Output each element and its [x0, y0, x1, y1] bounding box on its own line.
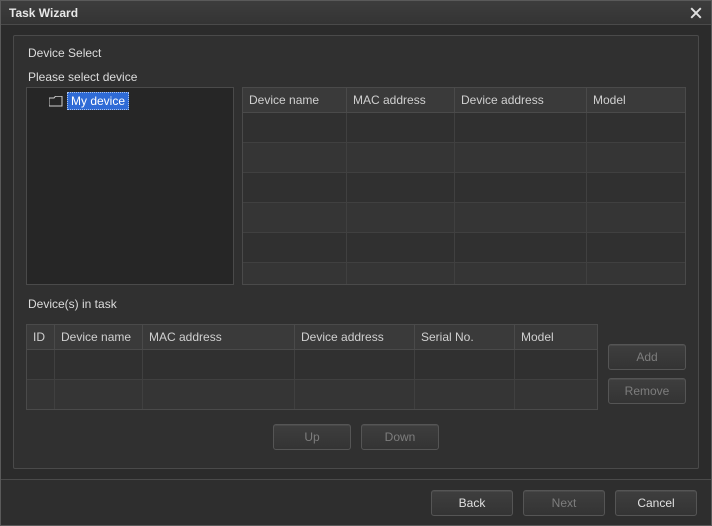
grid-body	[243, 113, 685, 284]
col-model[interactable]: Model	[587, 88, 685, 112]
cell	[347, 143, 455, 173]
up-button[interactable]: Up	[273, 424, 351, 450]
remove-button[interactable]: Remove	[608, 378, 686, 404]
down-button[interactable]: Down	[361, 424, 439, 450]
cell	[243, 113, 347, 143]
cell	[587, 233, 685, 263]
tree-item-root[interactable]: My device	[33, 92, 227, 110]
cell	[587, 173, 685, 203]
cell	[27, 380, 55, 409]
cell	[515, 350, 597, 380]
table-row[interactable]	[243, 203, 685, 233]
back-button[interactable]: Back	[431, 490, 513, 516]
table-row[interactable]	[243, 143, 685, 173]
cell	[243, 143, 347, 173]
col-id[interactable]: ID	[27, 325, 55, 349]
grid-header: Device name MAC address Device address M…	[243, 88, 685, 113]
cell	[27, 350, 55, 380]
close-icon[interactable]	[687, 4, 705, 22]
section-title: Device Select	[28, 46, 686, 60]
window-title: Task Wizard	[9, 6, 78, 20]
cell	[347, 173, 455, 203]
cell	[347, 113, 455, 143]
col-serial-no[interactable]: Serial No.	[415, 325, 515, 349]
cell	[455, 173, 587, 203]
cell	[587, 203, 685, 233]
grid-header: ID Device name MAC address Device addres…	[27, 325, 597, 350]
cell	[515, 380, 597, 409]
dialog-body: Device Select Please select device My de…	[1, 25, 711, 479]
table-row[interactable]	[243, 113, 685, 143]
cell	[455, 233, 587, 263]
col-device-name[interactable]: Device name	[55, 325, 143, 349]
available-devices-grid[interactable]: Device name MAC address Device address M…	[242, 87, 686, 285]
table-row[interactable]	[243, 233, 685, 263]
cell	[347, 263, 455, 284]
cell	[55, 350, 143, 380]
cell	[347, 233, 455, 263]
next-button[interactable]: Next	[523, 490, 605, 516]
upper-area: My device Device name MAC address Device…	[26, 87, 686, 285]
cell	[587, 143, 685, 173]
col-device-address[interactable]: Device address	[295, 325, 415, 349]
devices-in-task-label: Device(s) in task	[28, 297, 686, 311]
folder-icon	[49, 96, 63, 107]
col-device-name[interactable]: Device name	[243, 88, 347, 112]
cell	[415, 350, 515, 380]
table-row[interactable]	[243, 263, 685, 284]
cell	[295, 380, 415, 409]
cell	[143, 380, 295, 409]
titlebar: Task Wizard	[1, 1, 711, 25]
cell	[295, 350, 415, 380]
col-mac-address[interactable]: MAC address	[347, 88, 455, 112]
lower-area: ID Device name MAC address Device addres…	[26, 324, 686, 410]
add-button[interactable]: Add	[608, 344, 686, 370]
cell	[455, 203, 587, 233]
cell	[243, 173, 347, 203]
reorder-buttons: Up Down	[26, 424, 686, 450]
table-row[interactable]	[27, 380, 597, 409]
cell	[455, 113, 587, 143]
col-model[interactable]: Model	[515, 325, 597, 349]
col-device-address[interactable]: Device address	[455, 88, 587, 112]
cell	[347, 203, 455, 233]
add-remove-buttons: Add Remove	[608, 324, 686, 410]
cell	[455, 143, 587, 173]
cell	[143, 350, 295, 380]
cell	[243, 263, 347, 284]
cell	[243, 203, 347, 233]
device-select-panel: Device Select Please select device My de…	[13, 35, 699, 469]
device-tree[interactable]: My device	[26, 87, 234, 285]
col-mac-address[interactable]: MAC address	[143, 325, 295, 349]
cell	[55, 380, 143, 409]
cell	[587, 263, 685, 284]
task-devices-grid[interactable]: ID Device name MAC address Device addres…	[26, 324, 598, 410]
table-row[interactable]	[27, 350, 597, 380]
cell	[415, 380, 515, 409]
grid-body	[27, 350, 597, 409]
tree-item-label: My device	[67, 92, 129, 110]
select-device-label: Please select device	[28, 70, 686, 84]
table-row[interactable]	[243, 173, 685, 203]
cell	[243, 233, 347, 263]
cancel-button[interactable]: Cancel	[615, 490, 697, 516]
task-wizard-window: Task Wizard Device Select Please select …	[0, 0, 712, 526]
cell	[587, 113, 685, 143]
wizard-footer: Back Next Cancel	[1, 479, 711, 525]
cell	[455, 263, 587, 284]
